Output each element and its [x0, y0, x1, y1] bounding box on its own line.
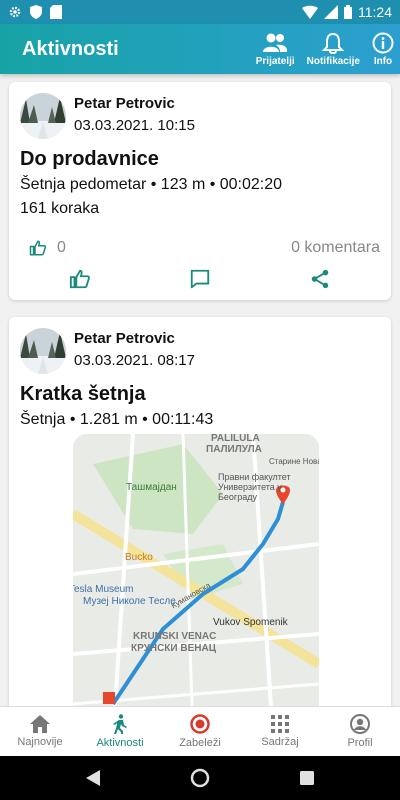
comments-count[interactable]: 0 komentara: [291, 239, 380, 257]
comment-icon: [190, 269, 210, 289]
post-steps: 161 koraka: [20, 200, 100, 217]
activity-card[interactable]: Petar Petrovic 03.03.2021. 08:17 Kratka …: [9, 317, 391, 706]
user-name[interactable]: Petar Petrovic: [74, 95, 175, 112]
map-label: Старине Новака: [269, 457, 319, 466]
friends-label: Prijatelji: [255, 55, 295, 67]
info-label: Info: [373, 55, 393, 67]
map-label: Музеј Николе Тесле: [83, 596, 176, 607]
map-label: Ташмајдан: [126, 482, 177, 493]
info-icon: [372, 32, 394, 53]
map-label: КРУНСКИ ВЕНАЦ: [131, 643, 217, 654]
avatar[interactable]: [20, 93, 66, 139]
map-label: Tesla Museum: [73, 584, 134, 595]
grid-icon: [271, 715, 289, 733]
notifications-button[interactable]: Notifikacije: [301, 24, 366, 74]
route-map[interactable]: PALILULA ПАЛИЛУЛА Старине Новака Правни …: [73, 434, 319, 706]
nav-najnovije[interactable]: Najnovije: [0, 707, 80, 756]
home-button-icon[interactable]: [190, 768, 210, 788]
likes-count: 0: [57, 239, 66, 256]
signal-icon: [324, 5, 338, 19]
post-time: 03.03.2021. 08:17: [74, 352, 195, 369]
nav-label: Aktivnosti: [96, 737, 144, 749]
post-stats: Šetnja pedometar • 123 m • 00:02:20: [20, 176, 283, 193]
nav-sadrzaj[interactable]: Sadržaj: [240, 707, 320, 756]
activity-card[interactable]: Petar Petrovic 03.03.2021. 10:15 Do prod…: [9, 82, 391, 300]
battery-icon: [344, 5, 352, 19]
share-icon: [311, 269, 329, 289]
record-icon: [190, 714, 210, 734]
map-label: Vukov Spomenik: [213, 617, 288, 628]
system-navigation-bar: [0, 756, 400, 800]
nav-label: Profil: [347, 737, 373, 749]
post-title: Kratka šetnja: [20, 383, 146, 405]
sd-card-icon: [50, 5, 62, 19]
likes-summary: 0: [29, 239, 66, 257]
profile-icon: [350, 714, 370, 734]
walking-icon: [113, 714, 127, 734]
like-button[interactable]: [65, 264, 95, 294]
user-name[interactable]: Petar Petrovic: [74, 330, 175, 347]
recents-icon[interactable]: [300, 771, 314, 785]
thumbs-up-icon: [69, 269, 90, 289]
page-title: Aktivnosti: [22, 37, 119, 60]
activity-feed[interactable]: Petar Petrovic 03.03.2021. 10:15 Do prod…: [0, 74, 400, 706]
shield-icon: [30, 5, 42, 19]
nav-profil[interactable]: Profil: [320, 707, 400, 756]
thumbs-up-icon: [29, 240, 47, 256]
home-icon: [30, 715, 50, 733]
avatar[interactable]: [20, 328, 66, 374]
notifications-label: Notifikacije: [306, 55, 360, 67]
nav-zabelezi[interactable]: Zabeleži: [160, 707, 240, 756]
map-label: KRUNSKI VENAC: [133, 631, 217, 642]
nav-aktivnosti[interactable]: Aktivnosti: [80, 707, 160, 756]
map-label: PALILULA: [211, 434, 260, 444]
status-time: 11:24: [358, 4, 392, 20]
nav-label: Najnovije: [17, 736, 63, 748]
info-button[interactable]: Info: [366, 24, 400, 74]
back-icon[interactable]: [86, 770, 100, 786]
bell-icon: [322, 32, 345, 54]
app-bar: Aktivnosti Prijatelji Notifikacije Info: [0, 24, 400, 74]
gear-icon: [9, 6, 21, 18]
nav-label: Zabeleži: [179, 737, 221, 749]
bottom-navigation: Najnovije Aktivnosti Zabeleži Sadržaj Pr…: [0, 706, 400, 756]
status-bar: 11:24: [0, 0, 400, 24]
map-label: ПАЛИЛУЛА: [206, 444, 262, 455]
post-title: Do prodavnice: [20, 148, 159, 170]
map-label: Bucko: [125, 552, 153, 563]
share-button[interactable]: [305, 264, 335, 294]
friends-button[interactable]: Prijatelji: [250, 24, 301, 74]
nav-label: Sadržaj: [261, 736, 299, 748]
wifi-icon: [302, 5, 318, 19]
people-icon: [263, 33, 288, 52]
comment-button[interactable]: [185, 264, 215, 294]
post-time: 03.03.2021. 10:15: [74, 117, 195, 134]
post-stats: Šetnja • 1.281 m • 00:11:43: [20, 411, 214, 428]
map-label: Правни факултет Универзитета у Београду: [218, 472, 291, 502]
